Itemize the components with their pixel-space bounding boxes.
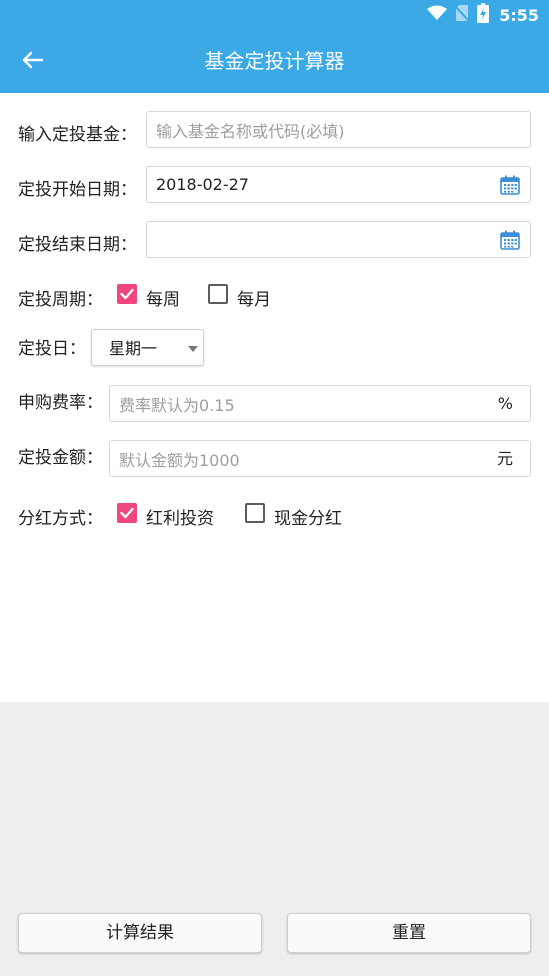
reset-button[interactable]: 重置 bbox=[287, 913, 531, 953]
status-time: 5:55 bbox=[499, 5, 539, 25]
period-label: 定投周期： bbox=[18, 290, 103, 310]
check-icon bbox=[120, 507, 134, 519]
back-button[interactable] bbox=[12, 42, 52, 82]
amount-placeholder: 默认金额为1000 bbox=[119, 450, 240, 470]
day-label: 定投日： bbox=[18, 339, 86, 359]
calendar-icon[interactable] bbox=[500, 175, 520, 195]
arrow-left-icon bbox=[21, 51, 44, 73]
amount-label: 定投金额： bbox=[18, 448, 103, 468]
status-bar: 5:55 bbox=[0, 0, 549, 30]
dividend-cash-checkbox[interactable] bbox=[245, 503, 265, 523]
fee-rate-label: 申购费率： bbox=[18, 393, 103, 413]
battery-icon bbox=[477, 3, 490, 27]
check-icon bbox=[120, 288, 134, 300]
dividend-reinvest-checkbox[interactable] bbox=[117, 503, 137, 523]
end-date-label: 定投结束日期： bbox=[18, 235, 137, 255]
fund-input-placeholder: 输入基金名称或代码(必填) bbox=[156, 121, 345, 141]
calendar-icon[interactable] bbox=[500, 230, 520, 250]
dividend-reinvest-label[interactable]: 红利投资 bbox=[146, 504, 214, 529]
app-bar: 基金定投计算器 bbox=[0, 30, 549, 93]
end-date-field[interactable] bbox=[146, 221, 531, 258]
calculate-button[interactable]: 计算结果 bbox=[18, 913, 262, 953]
start-date-field[interactable]: 2018-02-27 bbox=[146, 166, 531, 203]
no-sim-icon bbox=[454, 4, 470, 26]
period-weekly-checkbox[interactable] bbox=[117, 284, 137, 304]
fund-input[interactable]: 输入基金名称或代码(必填) bbox=[146, 111, 531, 148]
fee-rate-input[interactable]: 费率默认为0.15 % bbox=[109, 385, 531, 422]
day-select[interactable]: 星期一 bbox=[91, 329, 204, 366]
start-date-value: 2018-02-27 bbox=[156, 175, 249, 194]
amount-input[interactable]: 默认金额为1000 元 bbox=[109, 440, 531, 477]
fund-label: 输入定投基金： bbox=[18, 125, 137, 145]
period-weekly-label[interactable]: 每周 bbox=[146, 285, 180, 310]
start-date-label: 定投开始日期： bbox=[18, 180, 137, 200]
dropdown-arrow-icon bbox=[188, 346, 198, 352]
period-monthly-label[interactable]: 每月 bbox=[237, 285, 271, 310]
dividend-label: 分红方式： bbox=[18, 509, 103, 529]
period-monthly-checkbox[interactable] bbox=[208, 284, 228, 304]
status-icons: 5:55 bbox=[427, 0, 539, 30]
page-title: 基金定投计算器 bbox=[204, 49, 345, 73]
fee-rate-placeholder: 费率默认为0.15 bbox=[119, 395, 235, 415]
dividend-cash-label[interactable]: 现金分红 bbox=[274, 504, 342, 529]
wifi-icon bbox=[427, 5, 448, 25]
fee-rate-unit: % bbox=[497, 394, 513, 413]
amount-unit: 元 bbox=[496, 449, 513, 468]
day-select-value: 星期一 bbox=[109, 339, 158, 358]
